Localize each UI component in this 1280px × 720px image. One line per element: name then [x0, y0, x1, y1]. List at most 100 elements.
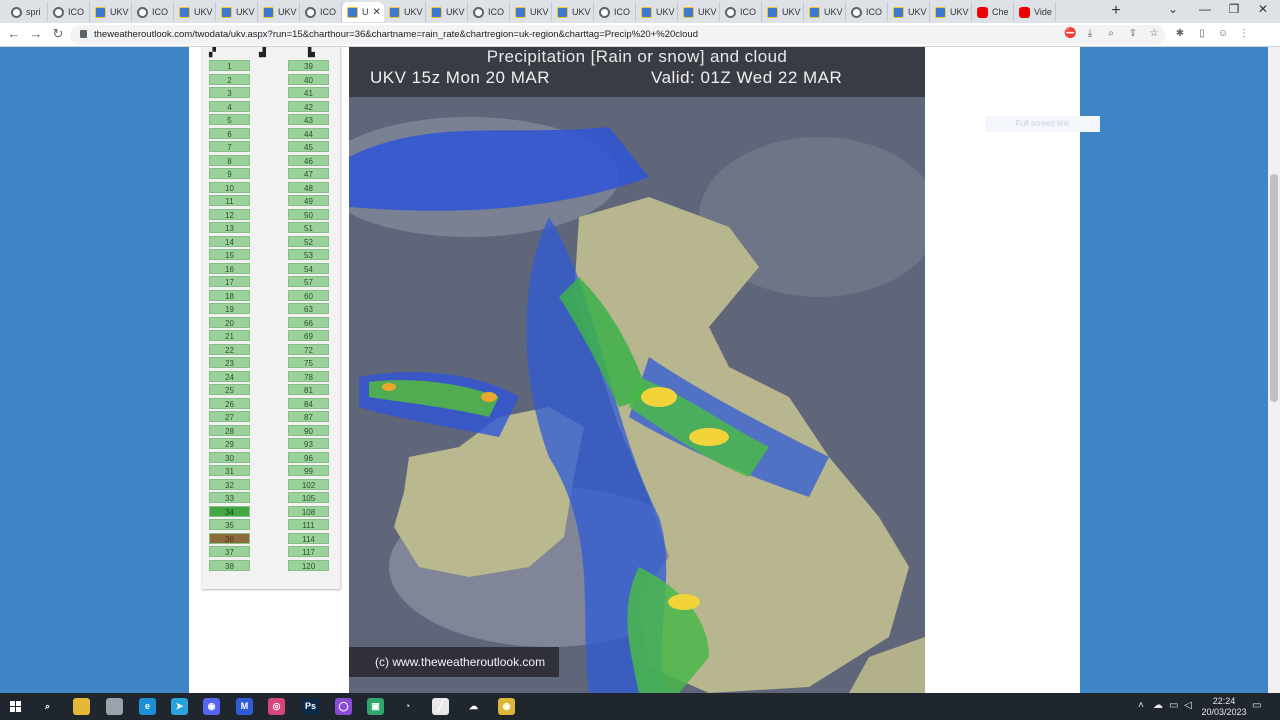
- hour-step-25[interactable]: 25: [209, 384, 250, 395]
- edge-icon[interactable]: e: [139, 698, 156, 715]
- browser-tab[interactable]: Vide: [1014, 2, 1056, 22]
- back-button[interactable]: ←: [7, 26, 21, 42]
- hour-step-5[interactable]: 5: [209, 114, 250, 125]
- browser-tab[interactable]: UKV: [510, 2, 552, 22]
- tab-search-dropdown-icon[interactable]: ⌄: [1166, 2, 1180, 16]
- browser-tab[interactable]: UKV: [258, 2, 300, 22]
- hour-step-28[interactable]: 28: [209, 424, 250, 436]
- hour-step-48[interactable]: 48: [288, 181, 329, 193]
- url-text[interactable]: theweatheroutlook.com/twodata/ukv.aspx?r…: [94, 29, 698, 40]
- star-icon[interactable]: ☆: [1148, 28, 1160, 40]
- hour-step-18[interactable]: 18: [209, 289, 250, 301]
- hour-step-78[interactable]: 78: [288, 370, 329, 382]
- hour-step-4[interactable]: 4: [209, 100, 250, 112]
- hour-step-30[interactable]: 30: [209, 451, 250, 463]
- hour-step-31[interactable]: 31: [209, 465, 250, 476]
- browser-tab[interactable]: ICO: [846, 2, 888, 22]
- menu-dots-icon[interactable]: ⋮: [1238, 28, 1250, 40]
- hour-step-111[interactable]: 111: [288, 519, 329, 530]
- hour-step-38[interactable]: 38: [209, 559, 250, 571]
- hour-step-42[interactable]: 42: [288, 100, 329, 112]
- browser-tab[interactable]: UKV: [90, 2, 132, 22]
- hour-step-90[interactable]: 90: [288, 424, 329, 436]
- close-tab-icon[interactable]: ✕: [373, 7, 381, 18]
- hour-step-29[interactable]: 29: [209, 438, 250, 449]
- hour-step-117[interactable]: 117: [288, 546, 329, 557]
- hour-step-47[interactable]: 47: [288, 168, 329, 179]
- close-window-button[interactable]: ✕: [1256, 2, 1270, 16]
- hour-step-33[interactable]: 33: [209, 492, 250, 503]
- download-icon[interactable]: ⤓: [1084, 28, 1096, 40]
- browser-tab[interactable]: UKV: [678, 2, 720, 22]
- chrome-icon[interactable]: ◉: [498, 698, 515, 715]
- hour-step-13[interactable]: 13: [209, 222, 250, 233]
- browser-tab[interactable]: UKV: [216, 2, 258, 22]
- clock-time[interactable]: 22:24: [1209, 696, 1239, 706]
- hour-step-53[interactable]: 53: [288, 249, 329, 260]
- hour-step-69[interactable]: 69: [288, 330, 329, 341]
- hour-step-36[interactable]: 36: [209, 532, 250, 544]
- notification-icon[interactable]: ▭: [1252, 700, 1261, 711]
- hour-step-27[interactable]: 27: [209, 411, 250, 422]
- browser-tab[interactable]: UKV: [552, 2, 594, 22]
- hour-step-84[interactable]: 84: [288, 397, 329, 409]
- hour-step-11[interactable]: 11: [209, 195, 250, 206]
- telegram-icon[interactable]: ➤: [171, 698, 188, 715]
- hour-step-44[interactable]: 44: [288, 127, 329, 139]
- hour-step-39[interactable]: 39: [288, 60, 329, 71]
- hour-step-66[interactable]: 66: [288, 316, 329, 328]
- gauge-app-icon[interactable]: ◔: [399, 698, 416, 715]
- discord-icon[interactable]: ◉: [203, 698, 220, 715]
- page-scrollbar[interactable]: [1268, 47, 1280, 693]
- hour-step-10[interactable]: 10: [209, 181, 250, 193]
- profile-avatar-icon[interactable]: ☺: [1217, 28, 1229, 40]
- browser-tab[interactable]: ICO: [132, 2, 174, 22]
- hour-step-1[interactable]: 1: [209, 60, 250, 71]
- hour-step-114[interactable]: 114: [288, 532, 329, 544]
- instagram-icon[interactable]: ◎: [268, 698, 285, 715]
- hour-step-22[interactable]: 22: [209, 343, 250, 355]
- hour-step-8[interactable]: 8: [209, 154, 250, 166]
- hour-step-50[interactable]: 50: [288, 208, 329, 220]
- hour-step-52[interactable]: 52: [288, 235, 329, 247]
- hour-step-46[interactable]: 46: [288, 154, 329, 166]
- hour-step-37[interactable]: 37: [209, 546, 250, 557]
- browser-tab[interactable]: UKV: [888, 2, 930, 22]
- hour-step-45[interactable]: 45: [288, 141, 329, 152]
- hour-step-96[interactable]: 96: [288, 451, 329, 463]
- search-icon[interactable]: ⌕: [39, 698, 56, 715]
- browser-tab[interactable]: ICO: [594, 2, 636, 22]
- clock-date[interactable]: 20/03/2023: [1199, 707, 1249, 717]
- browser-tab[interactable]: spri: [6, 2, 48, 22]
- hour-step-3[interactable]: 3: [209, 87, 250, 98]
- hour-step-49[interactable]: 49: [288, 195, 329, 206]
- address-bar[interactable]: theweatheroutlook.com/twodata/ukv.aspx?r…: [70, 25, 1165, 45]
- browser-tab[interactable]: UKV: [930, 2, 972, 22]
- browser-tab[interactable]: UKV: [174, 2, 216, 22]
- scrollbar-thumb[interactable]: [1270, 174, 1278, 402]
- browser-tab[interactable]: U ✕: [342, 2, 384, 22]
- browser-tab[interactable]: UKV: [804, 2, 846, 22]
- hour-step-93[interactable]: 93: [288, 438, 329, 449]
- hour-step-40[interactable]: 40: [288, 73, 329, 85]
- browser-tab[interactable]: ICO: [300, 2, 342, 22]
- hour-step-17[interactable]: 17: [209, 276, 250, 287]
- hour-step-12[interactable]: 12: [209, 208, 250, 220]
- file-explorer-icon[interactable]: [73, 698, 90, 715]
- onedrive-icon[interactable]: ☁: [1153, 700, 1163, 711]
- green-app-icon[interactable]: ▣: [367, 698, 384, 715]
- chevron-up-icon[interactable]: ˄: [1138, 700, 1144, 711]
- hour-step-81[interactable]: 81: [288, 384, 329, 395]
- volume-icon[interactable]: ◁: [1184, 700, 1192, 711]
- hour-step-6[interactable]: 6: [209, 127, 250, 139]
- zoom-icon[interactable]: ⌕: [1105, 28, 1117, 40]
- hour-step-7[interactable]: 7: [209, 141, 250, 152]
- adblock-icon[interactable]: ⛔: [1064, 28, 1076, 40]
- hour-step-2[interactable]: 2: [209, 73, 250, 85]
- hour-step-87[interactable]: 87: [288, 411, 329, 422]
- restore-button[interactable]: ❐: [1227, 2, 1241, 16]
- browser-tab[interactable]: UKV: [384, 2, 426, 22]
- hour-step-15[interactable]: 15: [209, 249, 250, 260]
- paint-app-icon[interactable]: ╱: [432, 698, 449, 715]
- hour-step-21[interactable]: 21: [209, 330, 250, 341]
